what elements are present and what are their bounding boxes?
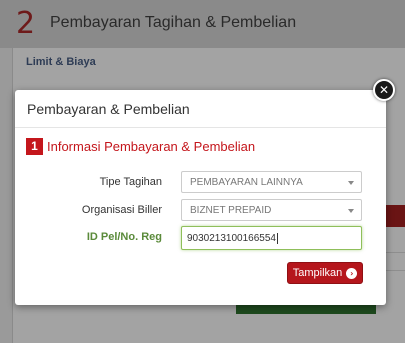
id-pel-value: 9030213100166554 <box>187 233 276 245</box>
close-icon[interactable]: ✕ <box>373 79 395 101</box>
payment-modal: Pembayaran & Pembelian 1 Informasi Pemba… <box>15 90 386 305</box>
organisasi-biller-select[interactable]: BIZNET PREPAID <box>181 199 362 221</box>
id-pel-label: ID Pel/No. Reg <box>86 231 162 243</box>
section-title: Informasi Pembayaran & Pembelian <box>47 139 256 154</box>
tipe-tagihan-label: Tipe Tagihan <box>99 176 162 188</box>
text-cursor <box>276 233 278 244</box>
modal-title: Pembayaran & Pembelian <box>27 101 190 117</box>
background-green-button <box>236 304 376 314</box>
section-number-badge: 1 <box>26 138 43 155</box>
modal-header: Pembayaran & Pembelian <box>15 90 386 128</box>
form-row-id-pel: ID Pel/No. Reg 9030213100166554 <box>15 226 386 250</box>
form-row-organisasi-biller: Organisasi Biller BIZNET PREPAID <box>15 199 386 223</box>
section-heading: 1 Informasi Pembayaran & Pembelian <box>26 138 255 155</box>
tampilkan-button[interactable]: Tampilkan › <box>287 262 363 284</box>
card-title: Limit & Biaya <box>26 56 96 68</box>
tampilkan-label: Tampilkan <box>292 267 343 279</box>
tipe-tagihan-select[interactable]: PEMBAYARAN LAINNYA <box>181 171 362 193</box>
organisasi-biller-label: Organisasi Biller <box>81 204 162 216</box>
step-title: Pembayaran Tagihan & Pembelian <box>50 14 297 31</box>
arrow-right-circle-icon: › <box>346 267 358 279</box>
form-row-tipe-tagihan: Tipe Tagihan PEMBAYARAN LAINNYA <box>15 171 386 195</box>
id-pel-input[interactable]: 9030213100166554 <box>181 226 362 250</box>
tipe-tagihan-value: PEMBAYARAN LAINNYA <box>190 177 303 188</box>
organisasi-biller-value: BIZNET PREPAID <box>190 205 272 216</box>
chevron-down-icon <box>348 181 354 185</box>
chevron-down-icon <box>348 209 354 213</box>
step-number: 2 <box>16 6 36 41</box>
